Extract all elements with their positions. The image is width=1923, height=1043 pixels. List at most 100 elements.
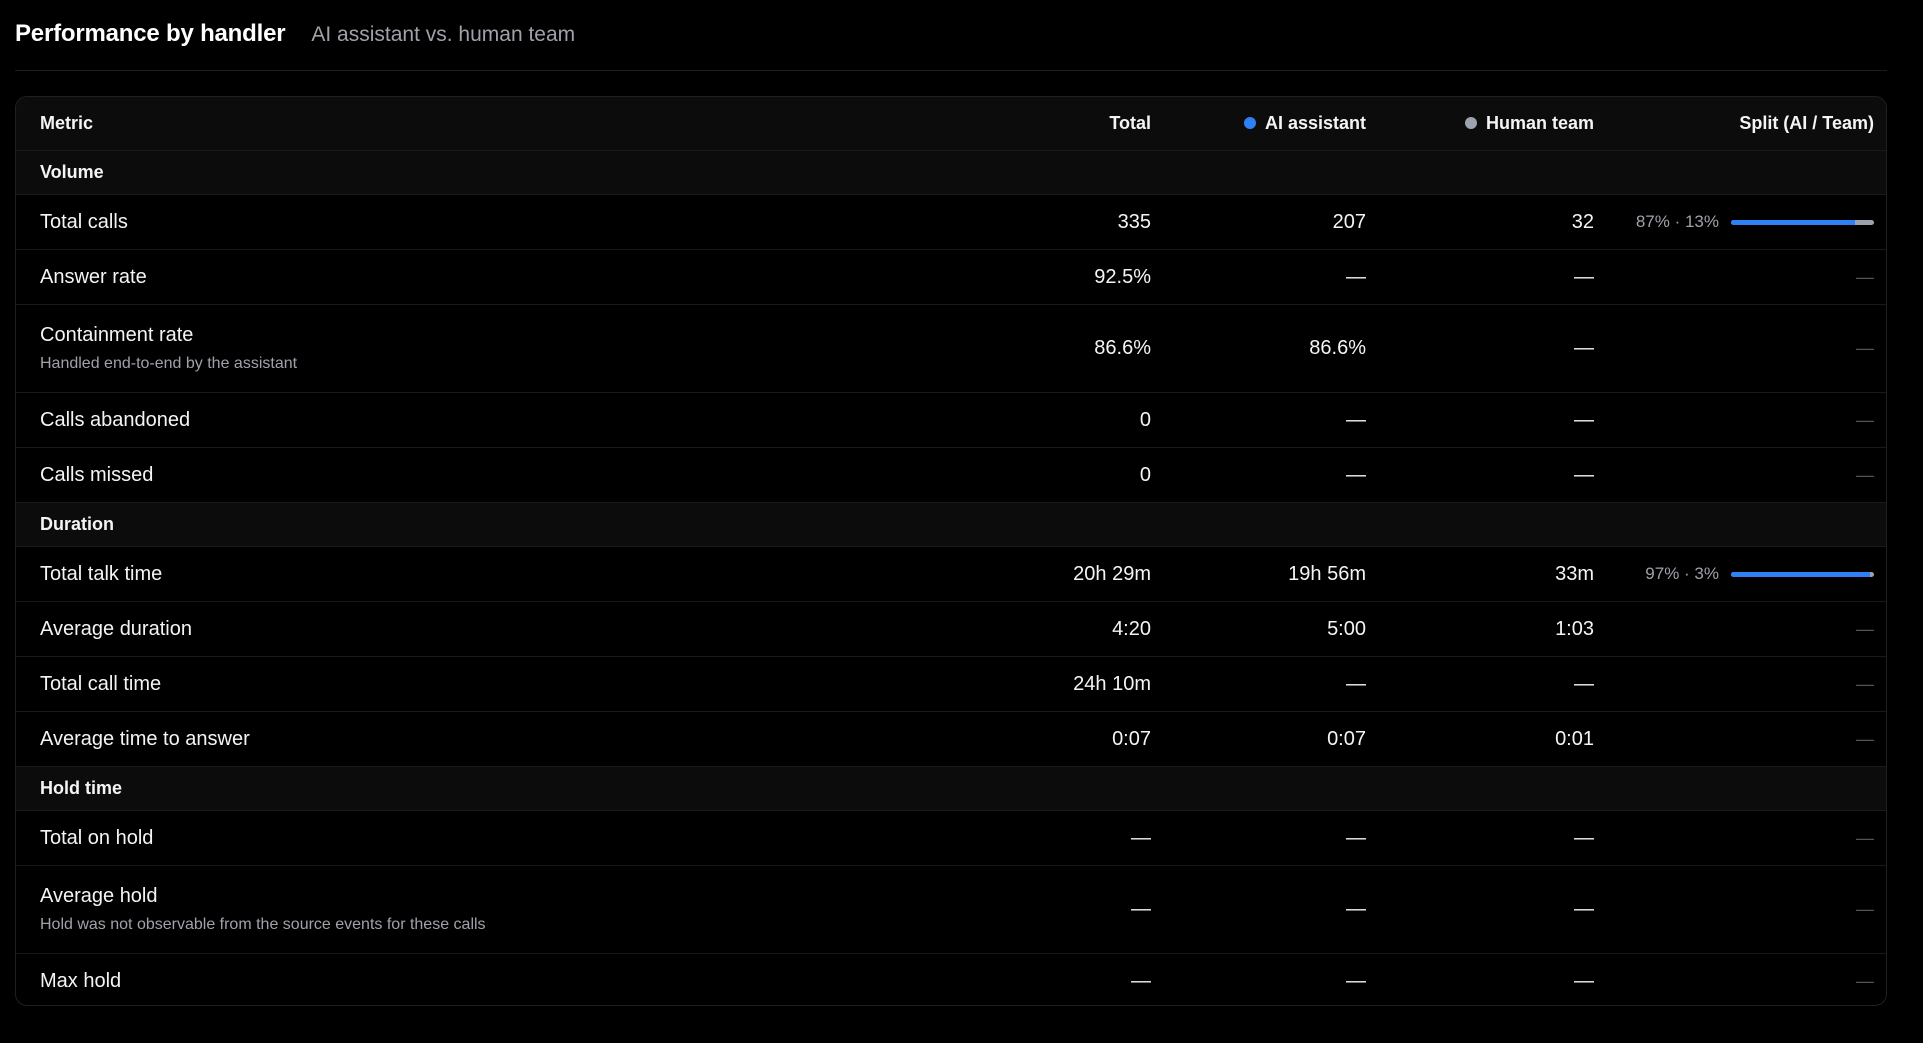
split-cell: — xyxy=(1594,673,1886,696)
panel-subtitle: AI assistant vs. human team xyxy=(311,23,576,46)
table-row-max-hold: Max hold — — — — xyxy=(16,954,1886,1005)
metric-cell: Total on hold xyxy=(16,827,506,850)
metric-cell: Average time to answer xyxy=(16,728,506,751)
metric-cell: Average hold Hold was not observable from… xyxy=(16,885,506,934)
table-row-average-hold: Average hold Hold was not observable from… xyxy=(16,866,1886,954)
split-indicator: 87% · 13% xyxy=(1594,212,1874,232)
metric-cell: Calls abandoned xyxy=(16,409,506,432)
value-team: 1:03 xyxy=(1555,617,1594,640)
value-ai: — xyxy=(1346,898,1366,920)
split-cell: — xyxy=(1594,898,1886,921)
split-empty: — xyxy=(1856,266,1874,287)
split-empty: — xyxy=(1856,409,1874,430)
split-text: 97% · 3% xyxy=(1645,564,1719,583)
metric-cell: Total calls xyxy=(16,211,506,234)
table-row-total-on-hold: Total on hold — — — — xyxy=(16,811,1886,866)
value-team: — xyxy=(1574,463,1594,486)
split-cell: — xyxy=(1594,827,1886,850)
metric-cell: Total talk time xyxy=(16,563,506,586)
metric-label: Total call time xyxy=(40,672,162,695)
metric-label: Answer rate xyxy=(40,265,147,288)
value-ai: 86.6% xyxy=(1309,337,1366,359)
metric-label: Average hold xyxy=(40,885,158,907)
split-cell: — xyxy=(1594,266,1886,289)
handler-metrics-table: Metric Total AI assistant Human team Spl… xyxy=(15,96,1887,1006)
table-body: Volume Total calls 335 207 32 87% · 13% Answer… xyxy=(16,151,1886,1005)
metric-label: Total talk time xyxy=(40,562,163,585)
metric-cell: Calls missed xyxy=(16,464,506,487)
table-row-containment-rate: Containment rate Handled end-to-end by th… xyxy=(16,305,1886,393)
split-empty: — xyxy=(1856,673,1874,694)
value-total: 24h 10m xyxy=(1073,672,1151,695)
value-ai: — xyxy=(1346,826,1366,849)
metric-label: Average duration xyxy=(40,617,192,640)
table-row-calls-missed: Calls missed 0 — — — xyxy=(16,448,1886,503)
split-cell: — xyxy=(1594,970,1886,993)
section-row-duration: Duration xyxy=(16,503,1886,547)
value-team: — xyxy=(1574,408,1594,431)
metric-cell: Total call time xyxy=(16,673,506,696)
value-total: 92.5% xyxy=(1094,265,1151,288)
metric-label: Total on hold xyxy=(40,826,154,849)
value-ai: — xyxy=(1346,463,1366,486)
split-bar xyxy=(1731,219,1874,225)
metric-label: Calls abandoned xyxy=(40,408,191,431)
metric-cell: Answer rate xyxy=(16,266,506,289)
column-header-total: Total xyxy=(1109,113,1151,133)
value-total: — xyxy=(1131,826,1151,849)
value-ai: 5:00 xyxy=(1327,617,1366,640)
ai-legend-dot-icon xyxy=(1243,117,1256,129)
split-bar-ai-fill xyxy=(1731,571,1870,577)
value-ai: — xyxy=(1346,265,1366,288)
split-indicator: 97% · 3% xyxy=(1594,564,1874,584)
metric-cell: Containment rate Handled end-to-end by th… xyxy=(16,324,506,373)
team-legend-dot-icon xyxy=(1464,117,1477,129)
split-cell: — xyxy=(1594,464,1886,487)
split-empty: — xyxy=(1856,971,1874,991)
value-team: — xyxy=(1574,826,1594,849)
table-row-average-time-to-answer: Average time to answer 0:07 0:07 0:01 — xyxy=(16,712,1886,767)
split-bar-ai-fill xyxy=(1731,219,1856,225)
value-team: — xyxy=(1574,672,1594,695)
metric-cell: Max hold xyxy=(16,970,506,993)
value-team: 32 xyxy=(1571,210,1594,233)
column-header-ai: AI assistant xyxy=(1151,113,1366,134)
metric-label: Max hold xyxy=(40,970,122,992)
table-row-total-call-time: Total call time 24h 10m — — — xyxy=(16,657,1886,712)
metric-label: Average time to answer xyxy=(40,727,250,750)
value-total: — xyxy=(1131,970,1151,992)
split-empty: — xyxy=(1856,899,1874,919)
table-row-total-calls: Total calls 335 207 32 87% · 13% xyxy=(16,195,1886,250)
panel-title: Performance by handler xyxy=(15,20,286,47)
metric-label: Containment rate xyxy=(40,324,194,346)
table-header-row: Metric Total AI assistant Human team Spl… xyxy=(16,97,1886,151)
section-row-volume: Volume xyxy=(16,151,1886,195)
value-team: — xyxy=(1574,970,1594,992)
value-ai: 0:07 xyxy=(1327,727,1366,750)
value-total: 335 xyxy=(1117,210,1151,233)
split-empty: — xyxy=(1856,728,1874,749)
value-team: — xyxy=(1574,898,1594,920)
value-ai: — xyxy=(1346,672,1366,695)
panel-header: Performance by handler AI assistant vs. … xyxy=(15,20,1887,71)
value-team: 33m xyxy=(1555,562,1594,585)
value-ai: 207 xyxy=(1332,210,1366,233)
split-empty: — xyxy=(1856,827,1874,848)
value-total: 0 xyxy=(1139,408,1151,431)
value-ai: — xyxy=(1346,970,1366,992)
table-row-answer-rate: Answer rate 92.5% — — — xyxy=(16,250,1886,305)
split-cell: — xyxy=(1594,409,1886,432)
metric-note: Hold was not observable from the source … xyxy=(40,916,486,933)
column-header-split: Split (AI / Team) xyxy=(1739,113,1874,133)
value-total: — xyxy=(1131,898,1151,920)
value-total: 20h 29m xyxy=(1073,562,1151,585)
value-team: — xyxy=(1574,265,1594,288)
split-cell: — xyxy=(1594,728,1886,751)
split-cell: 87% · 13% xyxy=(1594,212,1886,232)
value-total: 86.6% xyxy=(1094,337,1151,359)
metric-cell: Average duration xyxy=(16,618,506,641)
split-bar xyxy=(1731,571,1874,577)
metric-label: Total calls xyxy=(40,210,128,233)
value-team: — xyxy=(1574,337,1594,359)
table-row-calls-abandoned: Calls abandoned 0 — — — xyxy=(16,393,1886,448)
